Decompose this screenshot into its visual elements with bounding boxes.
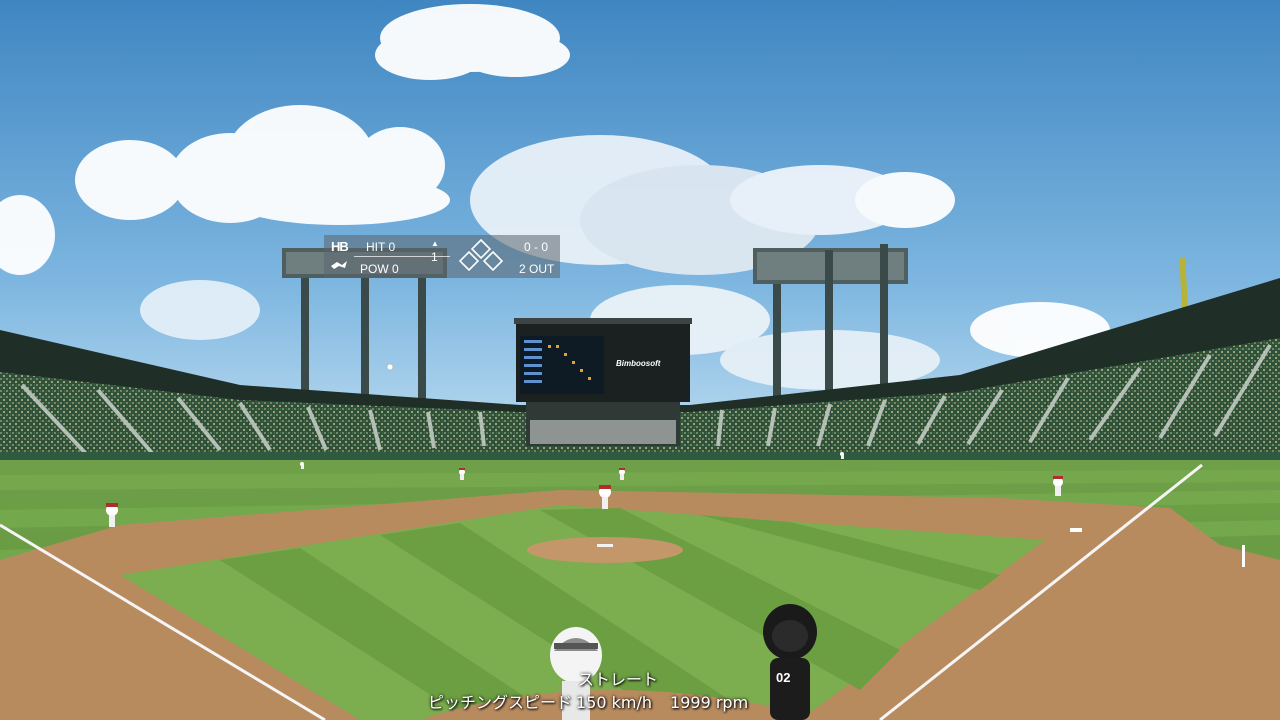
- inning-top-arrow-icon: ▲: [431, 239, 439, 248]
- hit-label: HIT: [366, 240, 386, 254]
- scoreboard-hud: HB HIT 0 POW 0 ▲ 1 0 - 0 2 OUT: [324, 235, 560, 278]
- pitch-spin: 1999 rpm: [670, 693, 749, 712]
- pitch-speed: 150 km/h: [576, 693, 653, 712]
- scoreboard: [514, 318, 692, 446]
- pitch-type: ストレート: [578, 670, 659, 689]
- pow-value: 0: [392, 262, 399, 276]
- pitch-info: ピッチングスピード 150 km/h 1999 rpm: [428, 689, 752, 713]
- hit-stat: HIT 0: [366, 240, 395, 254]
- bases-diamond-icon: [458, 238, 504, 272]
- hit-value: 0: [388, 240, 396, 254]
- opponent-logo-icon: [331, 261, 347, 269]
- ball-strike-count: 0 - 0: [524, 240, 549, 254]
- outs-count: 2 OUT: [519, 262, 555, 276]
- inning-number: 1: [431, 250, 438, 264]
- pitch-speed-label: ピッチングスピード: [428, 693, 573, 712]
- team-logo: HB: [331, 239, 349, 254]
- pow-label: POW: [360, 262, 389, 276]
- batter-jersey-number: 02: [776, 670, 791, 685]
- light-tower-right: [753, 244, 908, 396]
- baseball: [386, 363, 394, 371]
- scoreboard-brand: Bimboosoft: [616, 359, 661, 368]
- pow-stat: POW 0: [360, 262, 399, 276]
- pitchers-mound: [527, 537, 683, 563]
- batter: [763, 604, 817, 720]
